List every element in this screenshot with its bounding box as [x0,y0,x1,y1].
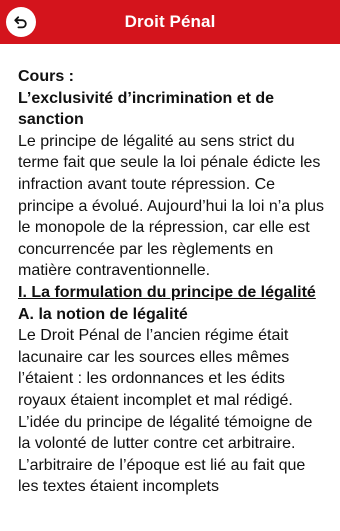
back-arrow-icon [14,16,27,29]
cours-label: Cours : [18,68,74,85]
app-header: Droit Pénal [0,0,340,44]
article-body: Cours : L’exclusivité d’incrimination et… [0,44,340,498]
part-1-title: I. La formulation du principe de légalit… [18,283,316,301]
subpart-a-title: A. la notion de légalité [18,305,188,323]
paragraph-history: Le Droit Pénal de l’ancien régime était … [18,327,313,496]
back-button[interactable] [6,7,36,37]
content-scroll-area[interactable]: Cours : L’exclusivité d’incrimination et… [0,44,340,531]
page-title: Droit Pénal [124,12,216,31]
section-title: L’exclusivité d’incrimination et de sanc… [18,89,275,129]
paragraph-intro: Le principe de légalité au sens strict d… [18,132,324,280]
